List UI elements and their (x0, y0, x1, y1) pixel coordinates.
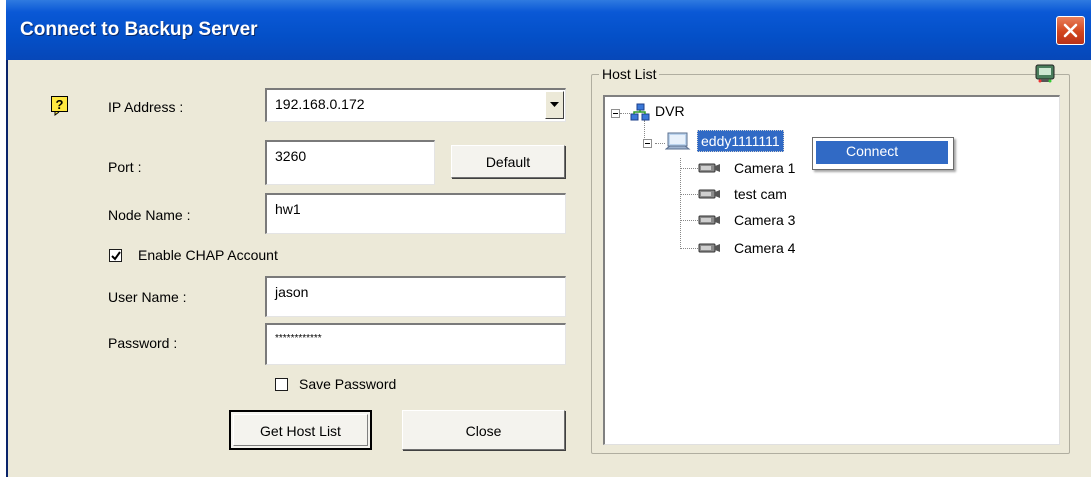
tree-line (680, 158, 681, 249)
checkmark-icon (111, 251, 121, 261)
save-password-checkbox[interactable] (275, 378, 288, 391)
tree-line (680, 220, 698, 221)
port-input[interactable]: 3260 (265, 140, 435, 185)
enable-chap-label[interactable]: Enable CHAP Account (138, 247, 278, 263)
close-button[interactable]: Close (402, 410, 565, 450)
tree-line (620, 113, 630, 114)
refresh-icon[interactable] (1035, 64, 1057, 84)
tree-line (655, 143, 665, 144)
tree-node-host[interactable]: eddy1111111 (697, 130, 784, 152)
help-icon: ? (51, 96, 68, 116)
camera-icon (698, 215, 720, 225)
title-bar[interactable]: Connect to Backup Server (6, 0, 1091, 60)
enable-chap-checkbox[interactable] (109, 249, 122, 262)
camera-icon (698, 189, 720, 199)
password-value: ************ (275, 333, 322, 344)
menu-item-connect[interactable]: Connect (816, 141, 948, 164)
default-button[interactable]: Default (451, 145, 565, 178)
save-password-label[interactable]: Save Password (299, 376, 396, 392)
get-host-list-button[interactable]: Get Host List (229, 410, 372, 450)
tree-line (680, 248, 698, 249)
tree-line (680, 168, 698, 169)
ip-address-combobox[interactable]: 192.168.0.172 (265, 88, 566, 122)
node-name-input[interactable]: hw1 (265, 193, 566, 234)
tree-node-dvr[interactable]: DVR (655, 103, 685, 119)
tree-line (680, 194, 698, 195)
password-label: Password : (108, 335, 178, 351)
password-input[interactable]: ************ (265, 323, 566, 365)
tree-node-camera-4[interactable]: Camera 4 (734, 240, 795, 256)
camera-icon (698, 243, 720, 253)
tree-node-camera-3[interactable]: Camera 3 (734, 212, 795, 228)
default-button-label: Default (485, 154, 531, 170)
user-name-value: jason (275, 284, 309, 300)
collapse-toggle-root[interactable] (611, 109, 620, 118)
get-host-list-label: Get Host List (260, 423, 341, 439)
camera-icon (698, 163, 720, 173)
user-name-input[interactable]: jason (265, 276, 566, 317)
port-value: 3260 (275, 148, 307, 164)
user-name-label: User Name : (108, 289, 187, 305)
dropdown-button[interactable] (545, 91, 564, 119)
svg-text:?: ? (56, 97, 64, 112)
node-name-label: Node Name : (108, 207, 191, 223)
monitor-icon (665, 132, 691, 150)
close-window-button[interactable] (1056, 16, 1085, 45)
chevron-down-icon (550, 102, 559, 107)
network-icon (630, 103, 650, 121)
node-name-value: hw1 (275, 201, 301, 217)
tree-node-test-cam[interactable]: test cam (734, 186, 787, 202)
window-title: Connect to Backup Server (20, 19, 258, 40)
host-list-title: Host List (599, 66, 660, 82)
collapse-toggle-host[interactable] (643, 139, 652, 148)
close-button-label: Close (465, 423, 502, 439)
tree-node-camera-1[interactable]: Camera 1 (734, 160, 795, 176)
port-label: Port : (108, 159, 142, 175)
ip-address-label: IP Address : (108, 99, 184, 115)
context-menu: Connect (812, 137, 954, 170)
ip-address-value: 192.168.0.172 (275, 96, 365, 112)
close-icon (1063, 23, 1078, 38)
